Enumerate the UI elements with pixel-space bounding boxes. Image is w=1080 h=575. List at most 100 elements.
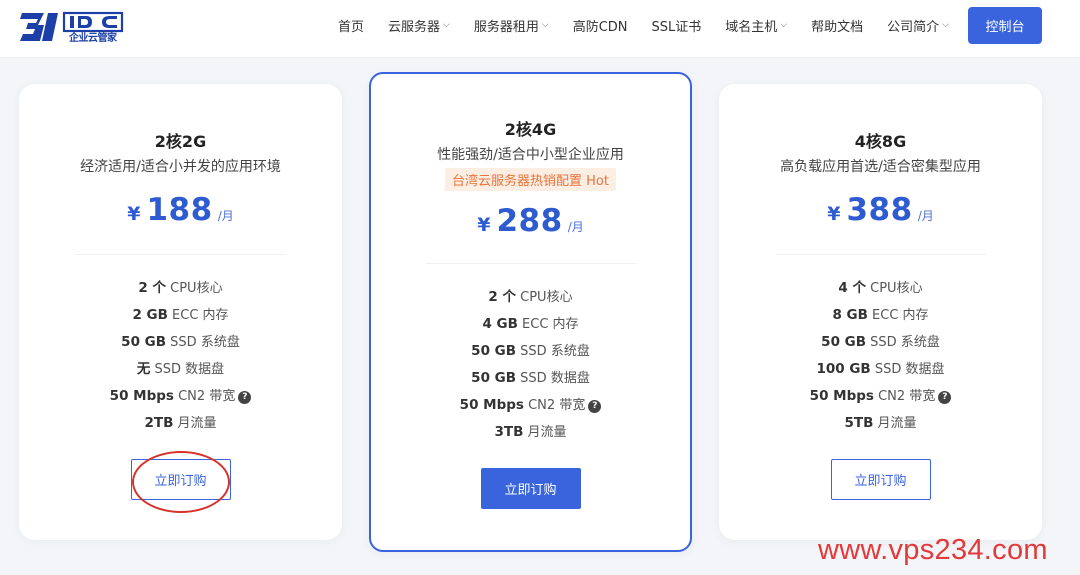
divider — [775, 254, 986, 255]
hot-badge: 台湾云服务器热销配置 Hot — [445, 168, 616, 191]
logo[interactable]: 企业云管家 — [20, 10, 124, 45]
nav-item-help-docs[interactable]: 帮助文档 — [811, 16, 863, 35]
spec-label: CN2 带宽 — [528, 398, 586, 413]
spec-value: 8 GB — [832, 307, 868, 323]
price-unit: /月 — [217, 209, 234, 223]
spec-value: 100 GB — [816, 361, 871, 377]
nav-item-ddos-cdn[interactable]: 高防CDN — [573, 16, 628, 35]
watermark: www.vps234.com — [818, 534, 1048, 566]
nav-item-about[interactable]: 公司简介 ⌵ — [887, 16, 949, 35]
divider — [425, 263, 636, 264]
nav-item-label: 公司简介 — [887, 19, 940, 35]
spec-label: SSD 数据盘 — [520, 371, 590, 386]
plan-description: 性能强劲/适合中小型企业应用 — [437, 147, 624, 163]
chevron-down-icon: ⌵ — [942, 20, 949, 30]
order-button[interactable]: 立即订购 — [130, 459, 231, 500]
plan-price: ¥ 288 /月 — [371, 203, 690, 239]
currency-symbol: ¥ — [127, 203, 141, 225]
spec-item: 50 Mbps CN2 带宽? — [371, 392, 690, 419]
plan-title: 2核2G — [154, 132, 207, 151]
nav-item-home[interactable]: 首页 — [338, 16, 364, 35]
spec-item: 50 GB SSD 系统盘 — [19, 329, 342, 356]
spec-item: 5TB 月流量 — [719, 410, 1042, 437]
spec-value: 2 个 — [488, 289, 516, 305]
nav-item-label: 高防CDN — [572, 19, 628, 35]
currency-symbol: ¥ — [477, 214, 491, 236]
spec-item: 2 GB ECC 内存 — [19, 302, 342, 329]
spec-label: CN2 带宽 — [178, 389, 236, 404]
spec-value: 50 Mbps — [809, 388, 874, 404]
nav-item-label: 服务器租用 — [473, 19, 539, 35]
currency-symbol: ¥ — [827, 203, 841, 225]
main-nav: 首页 云服务器 ⌵ 服务器租用 ⌵ 高防CDN SSL证书 域名主机 ⌵ 帮助文… — [338, 0, 973, 50]
spec-item: 3TB 月流量 — [371, 419, 690, 446]
plan-title: 4核8G — [854, 132, 907, 151]
price-amount: 388 — [846, 192, 913, 228]
spec-item: 50 GB SSD 系统盘 — [371, 338, 690, 365]
nav-item-domain-hosting[interactable]: 域名主机 ⌵ — [725, 16, 787, 35]
spec-list: 2 个 CPU核心 4 GB ECC 内存 50 GB SSD 系统盘 50 G… — [371, 284, 690, 446]
spec-label: SSD 系统盘 — [870, 335, 940, 350]
spec-label: SSD 数据盘 — [154, 362, 225, 377]
spec-value: 50 Mbps — [109, 388, 174, 404]
console-button[interactable]: 控制台 — [968, 7, 1042, 44]
spec-value: 4 个 — [838, 280, 866, 296]
spec-value: 无 — [136, 361, 151, 377]
price-unit: /月 — [567, 220, 584, 234]
spec-label: 月流量 — [527, 425, 567, 440]
price-amount: 188 — [146, 192, 213, 228]
divider — [75, 254, 286, 255]
nav-item-server-rental[interactable]: 服务器租用 ⌵ — [474, 16, 549, 35]
spec-label: ECC 内存 — [872, 308, 929, 323]
spec-label: 月流量 — [177, 416, 217, 431]
order-button[interactable]: 立即订购 — [480, 468, 581, 509]
price-unit: /月 — [917, 209, 934, 223]
nav-item-label: 云服务器 — [388, 19, 441, 35]
spec-value: 50 Mbps — [459, 397, 524, 413]
chevron-down-icon: ⌵ — [443, 20, 450, 30]
nav-item-label: SSL证书 — [651, 19, 702, 35]
spec-item: 8 GB ECC 内存 — [719, 302, 1042, 329]
spec-label: CPU核心 — [520, 290, 573, 305]
spec-item: 2TB 月流量 — [19, 410, 342, 437]
price-amount: 288 — [496, 203, 563, 239]
plan-description: 高负载应用首选/适合密集型应用 — [780, 159, 981, 175]
spec-list: 4 个 CPU核心 8 GB ECC 内存 50 GB SSD 系统盘 100 … — [719, 275, 1042, 437]
spec-list: 2 个 CPU核心 2 GB ECC 内存 50 GB SSD 系统盘 无 SS… — [19, 275, 342, 437]
nav-item-ssl[interactable]: SSL证书 — [652, 16, 702, 35]
spec-item: 无 SSD 数据盘 — [19, 356, 342, 383]
spec-label: CN2 带宽 — [878, 389, 936, 404]
help-icon[interactable]: ? — [588, 400, 602, 413]
spec-item: 50 GB SSD 数据盘 — [371, 365, 690, 392]
spec-label: 月流量 — [877, 416, 917, 431]
spec-item: 2 个 CPU核心 — [19, 275, 342, 302]
spec-label: ECC 内存 — [522, 317, 579, 332]
help-icon[interactable]: ? — [938, 391, 952, 404]
spec-value: 2TB — [144, 415, 174, 431]
plan-card-basic: 2核2G 经济适用/适合小并发的应用环境 ¥ 188 /月 2 个 CPU核心 … — [19, 84, 342, 540]
top-navbar: 企业云管家 首页 云服务器 ⌵ 服务器租用 ⌵ 高防CDN SSL证书 域名主机… — [0, 0, 1080, 58]
nav-item-label: 域名主机 — [725, 19, 778, 35]
spec-value: 50 GB — [121, 334, 167, 350]
spec-value: 50 GB — [821, 334, 867, 350]
plan-card-pro: 4核8G 高负载应用首选/适合密集型应用 ¥ 388 /月 4 个 CPU核心 … — [719, 84, 1042, 540]
spec-item: 4 GB ECC 内存 — [371, 311, 690, 338]
nav-item-label: 帮助文档 — [811, 19, 864, 35]
spec-value: 50 GB — [471, 370, 517, 386]
plan-price: ¥ 188 /月 — [19, 192, 342, 228]
spec-label: SSD 数据盘 — [874, 362, 945, 377]
spec-item: 50 Mbps CN2 带宽? — [719, 383, 1042, 410]
spec-label: SSD 系统盘 — [170, 335, 240, 350]
spec-value: 4 GB — [482, 316, 518, 332]
plan-description: 经济适用/适合小并发的应用环境 — [80, 159, 281, 175]
spec-item: 50 Mbps CN2 带宽? — [19, 383, 342, 410]
plan-card-featured: 2核4G 性能强劲/适合中小型企业应用 台湾云服务器热销配置 Hot ¥ 288… — [369, 72, 692, 552]
nav-item-cloud-server[interactable]: 云服务器 ⌵ — [388, 16, 450, 35]
help-icon[interactable]: ? — [238, 391, 252, 404]
logo-subtitle: 企业云管家 — [68, 33, 118, 45]
order-button[interactable]: 立即订购 — [830, 459, 931, 500]
spec-value: 2 个 — [138, 280, 166, 296]
spec-label: ECC 内存 — [172, 308, 229, 323]
chevron-down-icon: ⌵ — [541, 20, 549, 30]
spec-value: 3TB — [494, 424, 524, 440]
